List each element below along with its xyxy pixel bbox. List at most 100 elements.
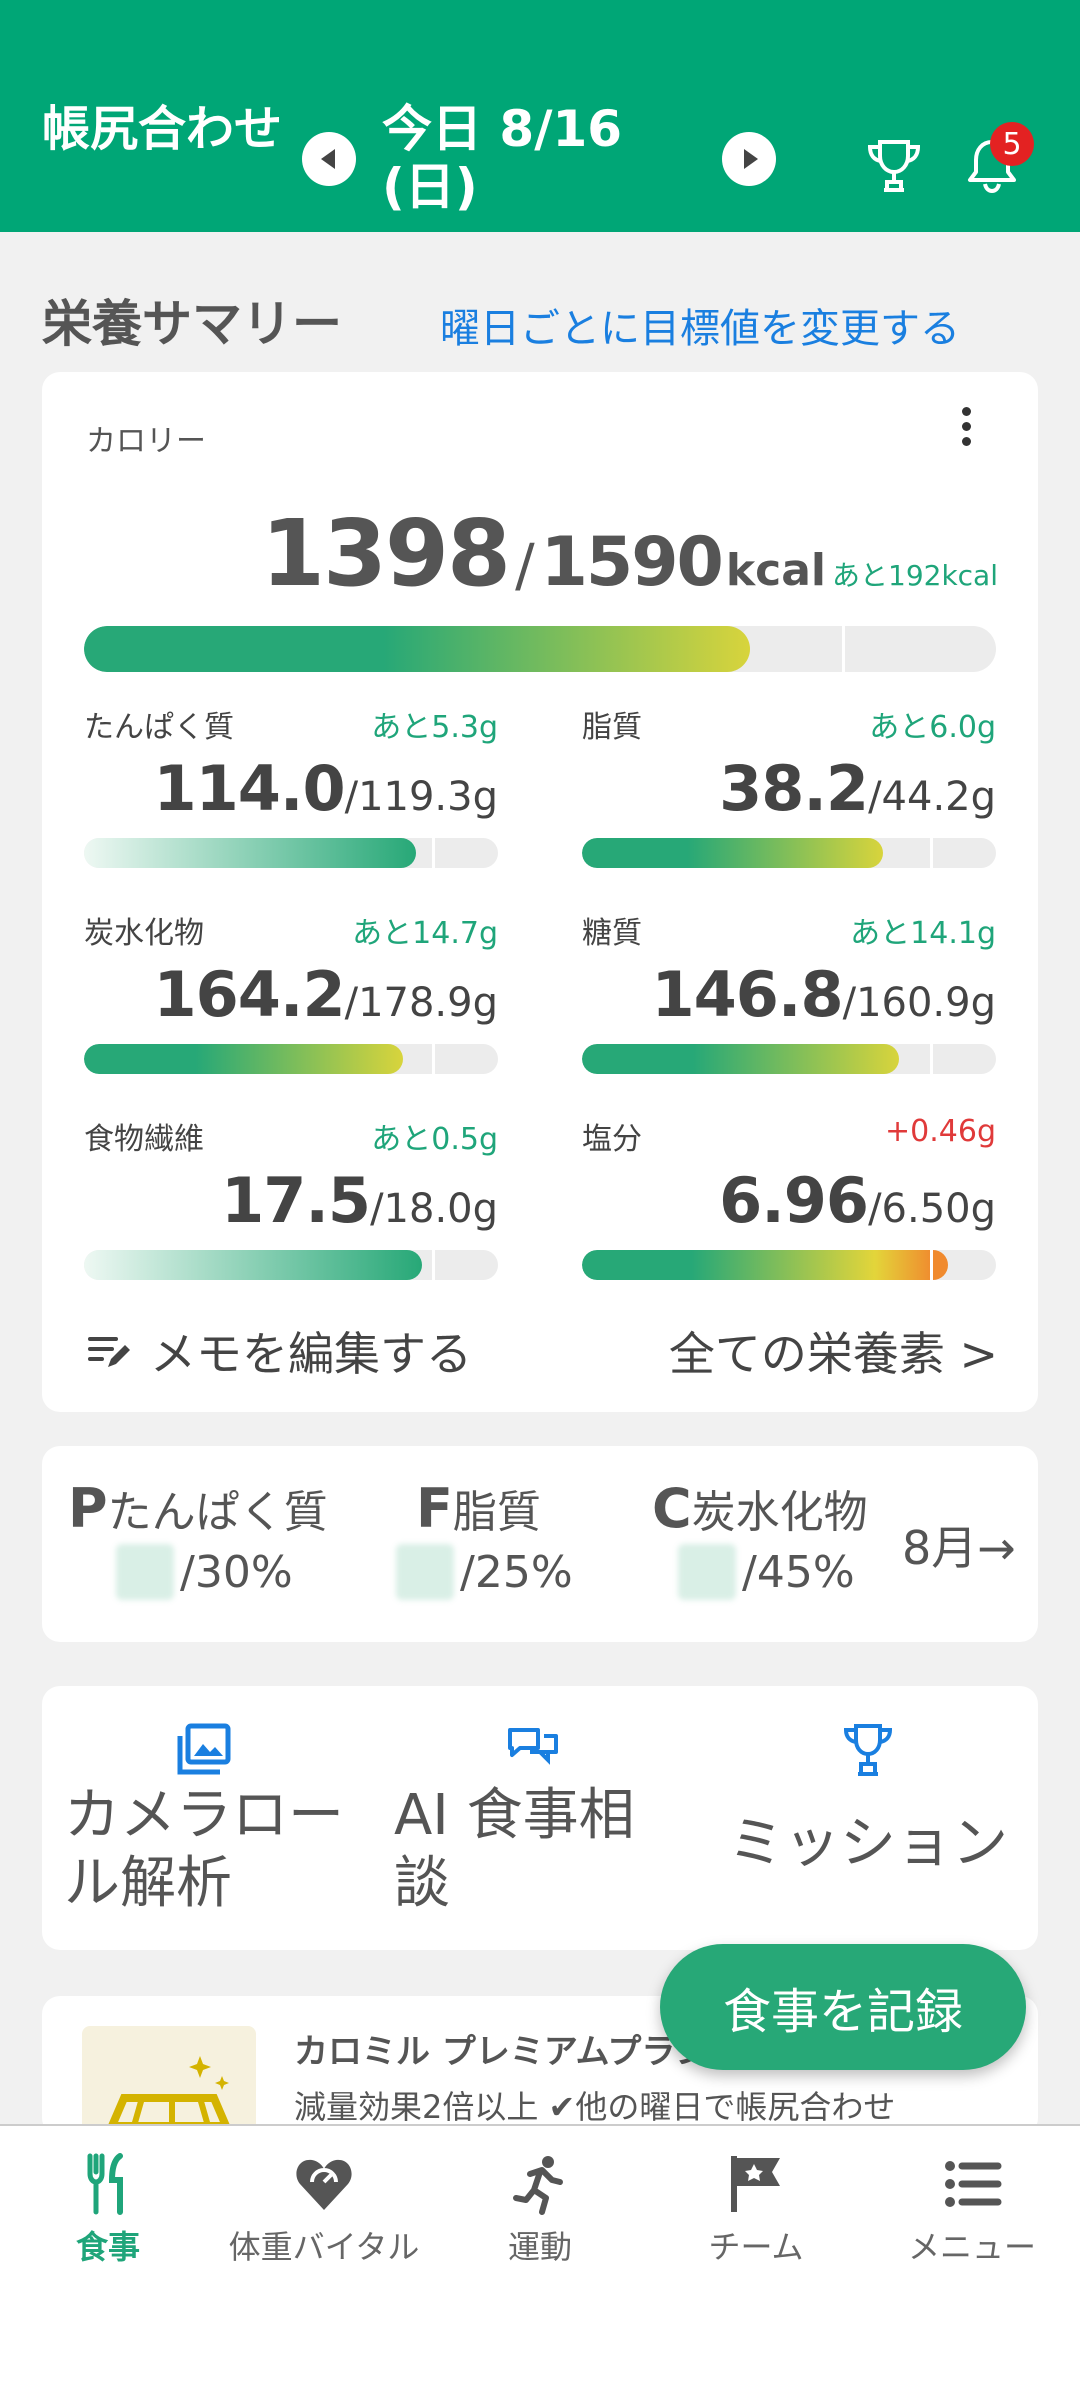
notification-badge: 5 [990,122,1034,166]
nav-weight[interactable]: 体重バイタル [216,2152,432,2268]
nutrient-progress-fill [84,838,416,868]
nutrient-progress-bar [84,838,498,868]
nutrient-progress-bar [84,1044,498,1074]
pfc-carb: C炭水化物 [652,1477,868,1540]
hidden-value [116,1544,174,1600]
pfc-protein: Pたんぱく質 [68,1477,328,1540]
mission-label: ミッション [728,1811,1008,1876]
pfc-fat-ratio: /25% [396,1544,573,1600]
bottom-nav: 食事 体重バイタル 運動 チーム メニュー [0,2124,1080,2400]
nutrient-goal: /6.50g [868,1186,996,1232]
nutrient-remaining: +0.46g [885,1114,996,1149]
calorie-readout: 1398 / 1590 kcal あと192kcal [261,500,998,607]
nutrient-goal: /178.9g [344,980,498,1026]
nutrient-amount: 17.5 [221,1164,371,1237]
camera-roll-button[interactable]: カメラロール解析 [64,1722,364,1918]
hidden-value [678,1544,736,1600]
nutrient-remaining: あと0.5g [371,1122,498,1157]
nutrient-name: 炭水化物 [84,916,204,951]
chevron-right-icon [743,149,758,169]
nutrition-summary-card: カロリー 1398 / 1590 kcal あと192kcal たんぱく質 あと5… [42,372,1038,1412]
prev-day-button[interactable] [302,132,356,186]
calorie-unit: kcal [725,545,826,596]
nutrient-value: 6.96/6.50g [719,1164,996,1237]
nutrient-goal: /119.3g [344,774,498,820]
nutrient-name: 脂質 [582,710,642,745]
nutrient-name: たんぱく質 [84,710,234,745]
ai-consult-label: AI 食事相談 [394,1783,635,1916]
edit-memo-label: メモを編集する [150,1327,472,1381]
nav-exercise[interactable]: 運動 [432,2152,648,2268]
promo-title: カロミル プレミアムプラン [294,2032,710,2072]
promo-image [82,2026,256,2136]
nutrient-progress-bar [84,1250,498,1280]
next-day-button[interactable] [722,132,776,186]
nutrient-amount: 114.0 [153,752,345,825]
nutrient-amount: 164.2 [153,958,345,1031]
ai-consult-button[interactable]: AI 食事相談 [394,1722,654,1918]
nutrient-value: 114.0/119.3g [153,752,498,825]
heart-gauge-icon [296,2159,352,2210]
nav-menu-label: メニュー [907,2228,1036,2266]
nav-menu[interactable]: メニュー [864,2152,1080,2268]
nutrient-goal: /44.2g [868,774,996,820]
running-icon [513,2156,563,2215]
nutrient-remaining: あと14.1g [850,916,996,951]
nutrient-progress-fill [84,1250,422,1280]
nutrient-value: 17.5/18.0g [221,1164,498,1237]
edit-memo-button[interactable]: メモを編集する [86,1318,472,1384]
nutrient-progress-fill [582,1250,948,1280]
mission-button[interactable]: ミッション [728,1722,1018,1878]
section-title: 栄養サマリー [42,295,342,353]
nav-team[interactable]: チーム [648,2152,864,2268]
nav-exercise-label: 運動 [507,2228,572,2266]
nutrient-progress-fill [582,1044,899,1074]
trophy-icon[interactable] [862,134,926,198]
nutrient-progress-bar [582,1250,996,1280]
nav-weight-label: 体重バイタル [228,2228,420,2266]
nutrient-amount: 146.8 [651,958,843,1031]
camera-roll-label: カメラロール解析 [64,1783,344,1916]
calorie-progress-bar [84,626,996,672]
fork-knife-icon [87,2153,123,2215]
nutrient-progress-bar [582,1044,996,1074]
record-meal-button[interactable]: 食事を記録 [660,1944,1026,2070]
calorie-remaining: あと192kcal [832,559,998,592]
chevron-left-icon [320,149,335,169]
nav-team-label: チーム [708,2228,804,2266]
more-options-icon[interactable] [956,402,976,458]
nutrient-goal: /18.0g [370,1186,498,1232]
nutrient-value: 146.8/160.9g [651,958,996,1031]
nutrient-name: 塩分 [582,1122,642,1157]
nutrient-name: 糖質 [582,916,642,951]
pfc-carb-ratio: /45% [678,1544,855,1600]
nav-meal-label: 食事 [75,2228,140,2266]
pfc-balance-card[interactable]: Pたんぱく質 /30% F脂質 /25% C炭水化物 /45% 8月→ [42,1446,1038,1642]
nutrient-progress-fill [582,838,883,868]
nutrient-progress-bar [582,838,996,868]
app-header: 帳尻合わせ 今日 8/16 (日) 5 [0,0,1080,232]
chat-icon [508,1728,558,1765]
nutrient-goal: /160.9g [842,980,996,1026]
all-nutrients-link[interactable]: 全ての栄養素 > [669,1318,998,1384]
nav-meal[interactable]: 食事 [0,2152,216,2268]
pfc-fat: F脂質 [416,1477,541,1540]
nutrient-remaining: あと6.0g [869,710,996,745]
nutrient-progress-fill [84,1044,403,1074]
gallery-icon [177,1723,231,1775]
nutrient-remaining: あと14.7g [352,916,498,951]
flag-star-icon [731,2156,780,2212]
promo-subtitle: 減量効果2倍以上 ✔他の曜日で帳尻合わせ [294,2088,896,2126]
edit-note-icon [88,1337,130,1367]
month-link[interactable]: 8月→ [902,1512,1016,1578]
nutrient-name: 食物繊維 [84,1122,204,1157]
pfc-protein-ratio: /30% [116,1544,293,1600]
nutrient-amount: 38.2 [719,752,869,825]
nutrient-value: 38.2/44.2g [719,752,996,825]
calorie-goal: 1590 [540,523,724,602]
current-date[interactable]: 今日 8/16 (日) [382,100,682,216]
sparkle-icon [105,2056,233,2130]
list-icon [945,2161,1002,2207]
trophy-icon [843,1724,893,1776]
change-targets-link[interactable]: 曜日ごとに目標値を変更する [440,296,960,354]
